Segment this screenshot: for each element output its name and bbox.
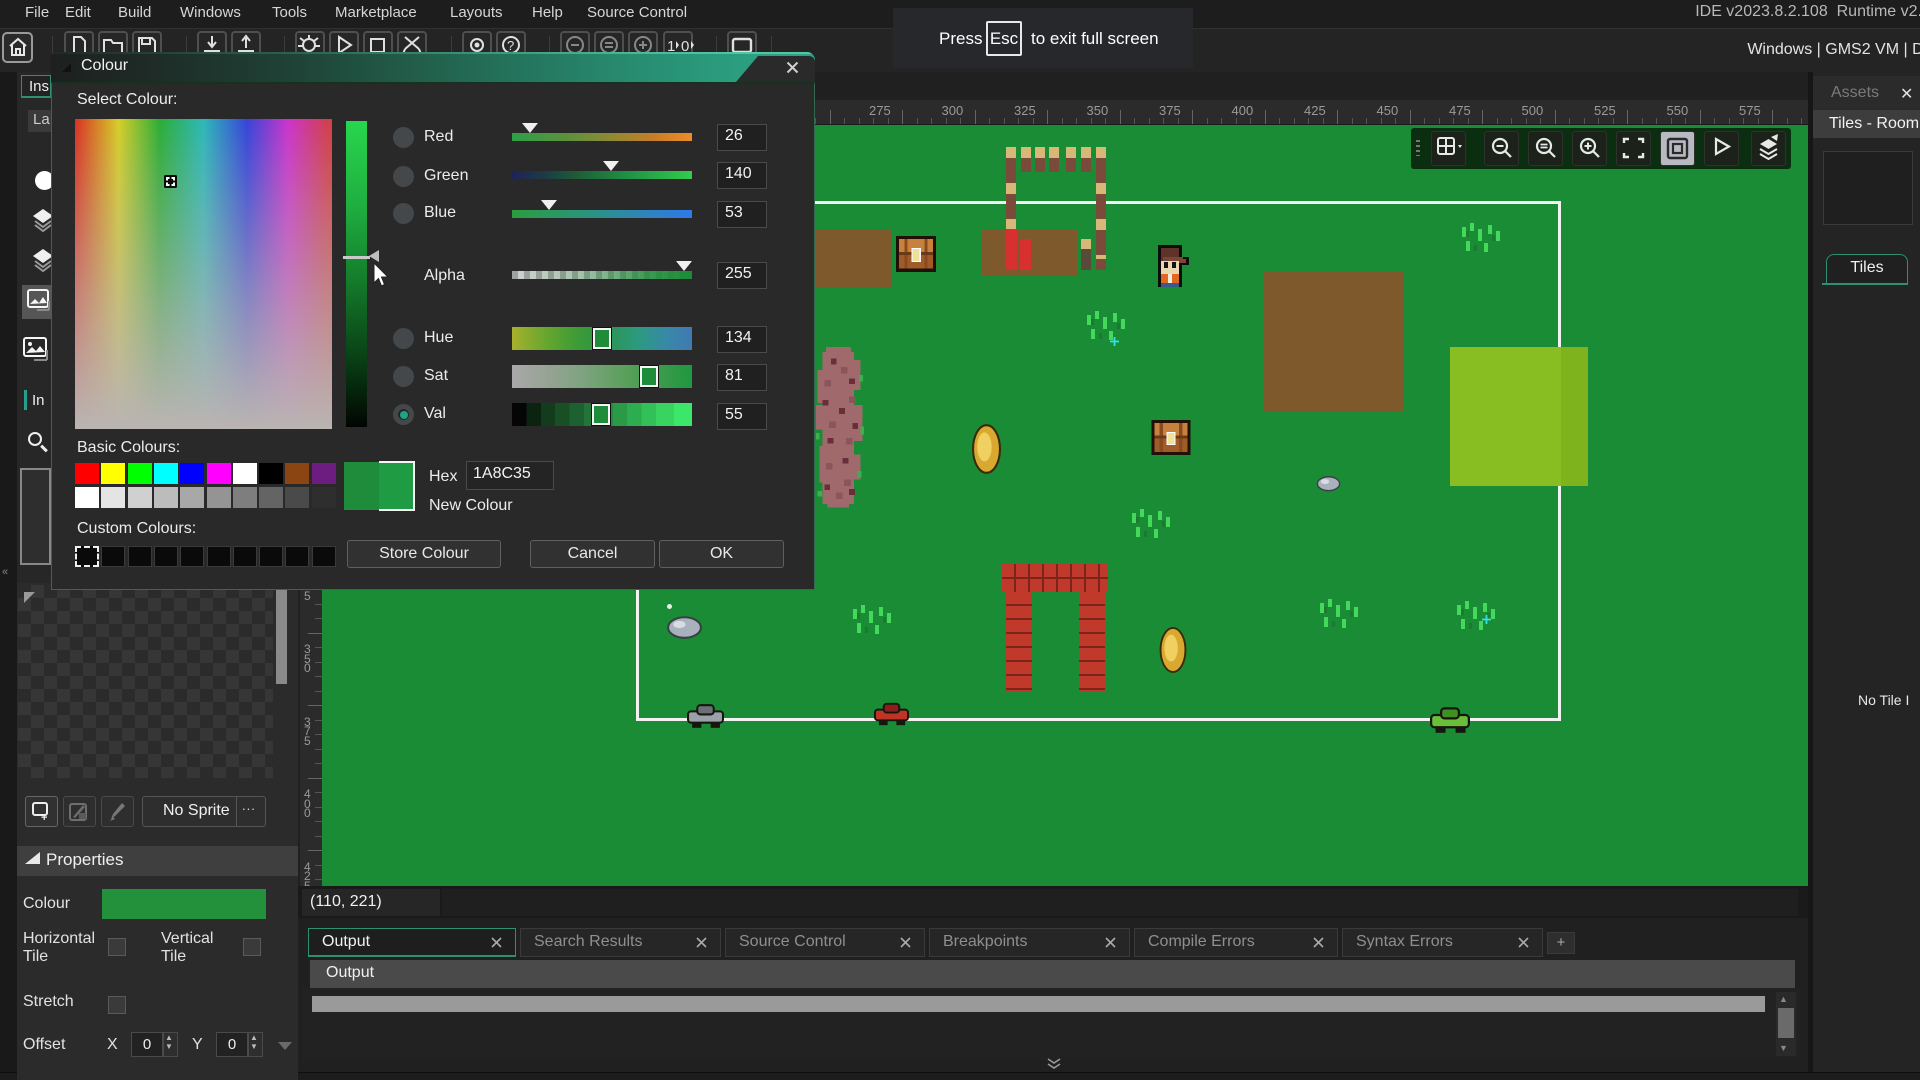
svg-text:?: ?	[507, 38, 514, 53]
